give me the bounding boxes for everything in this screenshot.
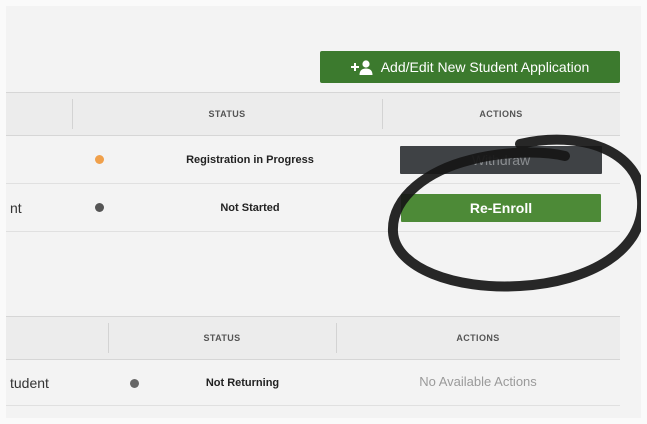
status-dot-not-returning — [130, 378, 139, 388]
status-text: Registration in Progress — [186, 153, 314, 166]
table-header: STATUS ACTIONS — [0, 92, 620, 136]
add-person-icon — [350, 59, 373, 75]
actions-cell: No Available Actions — [336, 360, 620, 402]
column-header-status: STATUS — [208, 109, 246, 119]
status-cell: Registration in Progress — [150, 136, 350, 183]
student-name-cell — [10, 136, 70, 183]
actions-cell: Withdraw — [382, 136, 620, 183]
status-dot-cell — [130, 360, 150, 406]
column-header-name — [0, 93, 72, 135]
table-row: tudent Not Returning No Available Action… — [0, 360, 620, 406]
column-header-actions: ACTIONS — [456, 333, 500, 343]
student-name-cell: tudent — [10, 360, 100, 406]
table-row: nt Not Started Re-Enroll — [0, 184, 620, 232]
column-header-name — [0, 317, 108, 359]
student-name: nt — [10, 199, 22, 216]
status-dot-in-progress — [95, 155, 104, 164]
status-dot-cell — [95, 136, 115, 183]
status-text: Not Returning — [205, 377, 280, 389]
student-name: tudent — [10, 375, 49, 391]
column-header-actions: ACTIONS — [479, 109, 523, 119]
status-cell: Not Returning — [160, 360, 325, 406]
table-row: Registration in Progress Withdraw — [0, 136, 620, 184]
actions-cell: Re-Enroll — [382, 184, 620, 231]
status-cell: Not Started — [150, 184, 350, 231]
table-header: STATUS ACTIONS — [0, 316, 620, 360]
add-edit-student-application-button[interactable]: Add/Edit New Student Application — [320, 51, 620, 83]
status-dot-not-started — [95, 203, 104, 212]
status-text: Not Started — [220, 201, 280, 214]
no-actions-text: No Available Actions — [419, 373, 537, 389]
student-name-cell: nt — [10, 184, 70, 231]
withdraw-button[interactable]: Withdraw — [400, 145, 602, 174]
add-button-label: Add/Edit New Student Application — [380, 59, 590, 75]
status-dot-cell — [95, 184, 115, 231]
column-header-status: STATUS — [203, 333, 241, 343]
re-enroll-button[interactable]: Re-Enroll — [401, 193, 601, 222]
